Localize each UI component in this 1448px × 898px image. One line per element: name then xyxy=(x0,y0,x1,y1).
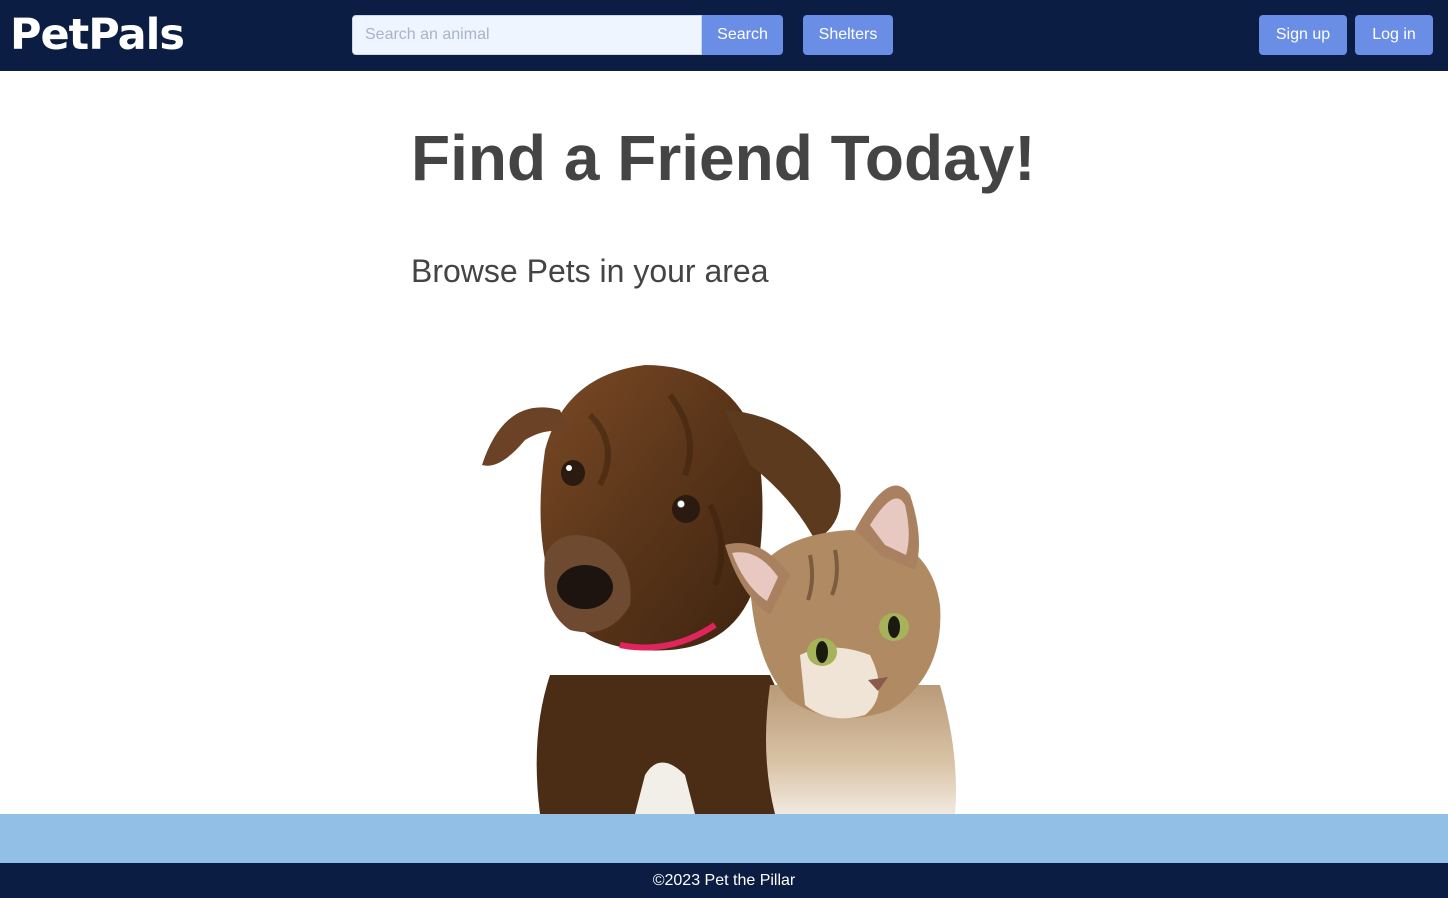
petpals-logo[interactable]: PetPals xyxy=(10,8,185,62)
shelters-button[interactable]: Shelters xyxy=(803,15,893,55)
decorative-band xyxy=(0,814,1448,863)
page-subtitle: Browse Pets in your area xyxy=(411,253,769,289)
copyright-text: ©2023 Pet the Pillar xyxy=(652,872,796,889)
dog-and-cat-image xyxy=(482,365,956,814)
search-button[interactable]: Search xyxy=(702,15,783,55)
top-navbar: PetPals Search Shelters Sign up Log in xyxy=(0,0,1448,71)
sign-up-button[interactable]: Sign up xyxy=(1259,15,1347,55)
footer: ©2023 Pet the Pillar xyxy=(0,863,1448,898)
log-in-button[interactable]: Log in xyxy=(1355,15,1433,55)
page-title: Find a Friend Today! xyxy=(411,122,1036,194)
search-input[interactable] xyxy=(352,15,702,55)
